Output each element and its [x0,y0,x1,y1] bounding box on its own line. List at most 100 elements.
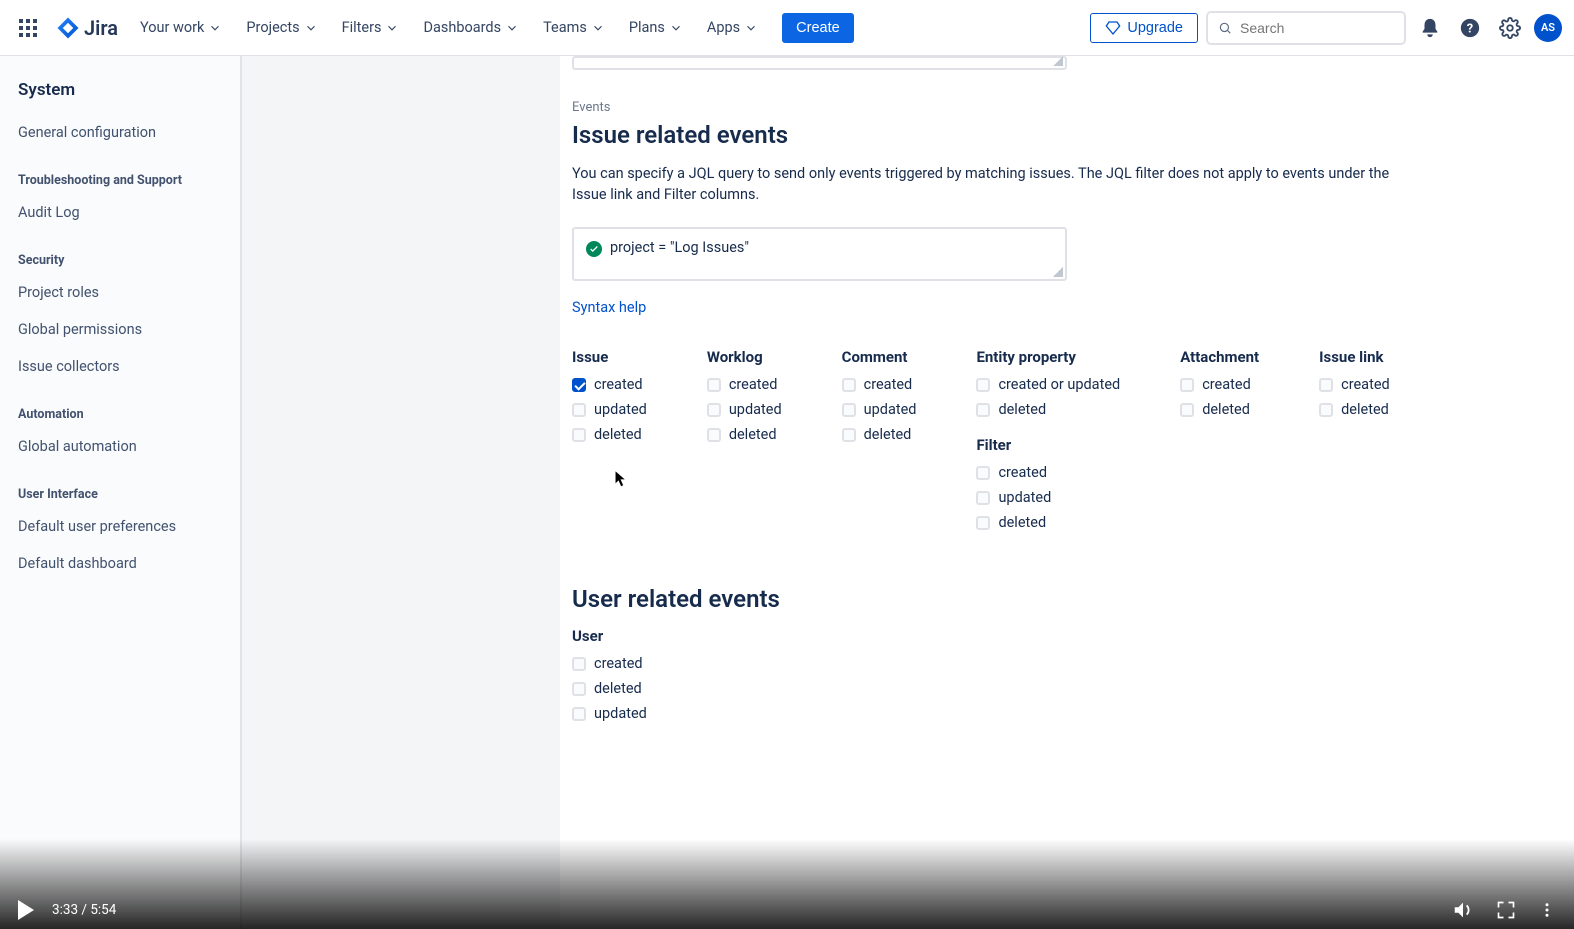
search-icon [1218,20,1232,36]
nav-filters[interactable]: Filters [332,15,410,40]
notifications-icon[interactable] [1414,12,1446,44]
checkbox-worklog-deleted[interactable] [707,428,721,442]
event-grid: Issue created updated deleted Worklog cr… [572,348,1550,535]
previous-textarea[interactable] [572,56,1067,70]
issue-deleted-row[interactable]: deleted [572,422,647,447]
attachment-deleted-row[interactable]: deleted [1180,397,1259,422]
checkbox-comment-created[interactable] [842,378,856,392]
app-switcher-icon[interactable] [12,12,44,44]
col-user: User created deleted updated [572,627,1550,726]
nav-apps[interactable]: Apps [697,15,768,40]
checkbox-attachment-deleted[interactable] [1180,403,1194,417]
checkbox-entity-deleted[interactable] [976,403,990,417]
jql-valid-icon [586,241,602,257]
checkbox-issuelink-deleted[interactable] [1319,403,1333,417]
col-comment-title: Comment [842,348,917,366]
issue-created-row[interactable]: created [572,372,647,397]
checkbox-issue-updated[interactable] [572,403,586,417]
worklog-updated-row[interactable]: updated [707,397,782,422]
issue-updated-row[interactable]: updated [572,397,647,422]
col-filter: Filter created updated deleted [976,436,1120,535]
comment-updated-row[interactable]: updated [842,397,917,422]
col-issuelink-title: Issue link [1319,348,1390,366]
col-entity-title: Entity property [976,348,1120,366]
entity-deleted-row[interactable]: deleted [976,397,1120,422]
col-comment: Comment created updated deleted [842,348,917,535]
main-content: Events Issue related events You can spec… [560,56,1574,929]
upgrade-button[interactable]: Upgrade [1090,13,1198,43]
checkbox-user-created[interactable] [572,657,586,671]
sidebar-item-global-automation[interactable]: Global automation [0,428,240,465]
checkbox-filter-created[interactable] [976,466,990,480]
chevron-down-icon [591,21,605,35]
checkbox-issue-deleted[interactable] [572,428,586,442]
sidebar-item-global-permissions[interactable]: Global permissions [0,311,240,348]
nav-dashboards[interactable]: Dashboards [413,15,529,40]
sidebar: System General configuration Troubleshoo… [0,56,240,929]
comment-deleted-row[interactable]: deleted [842,422,917,447]
col-attachment-title: Attachment [1180,348,1259,366]
nav-your-work[interactable]: Your work [130,15,232,40]
page-layout: System General configuration Troubleshoo… [0,56,1574,929]
checkbox-entity-created-updated[interactable] [976,378,990,392]
entity-created-updated-row[interactable]: created or updated [976,372,1120,397]
issuelink-deleted-row[interactable]: deleted [1319,397,1390,422]
sidebar-item-audit-log[interactable]: Audit Log [0,194,240,231]
checkbox-issuelink-created[interactable] [1319,378,1333,392]
syntax-help-link[interactable]: Syntax help [572,299,646,316]
checkbox-user-deleted[interactable] [572,682,586,696]
topnav-left: Jira Your work Projects Filters Dashboar… [12,12,854,44]
sidebar-item-default-dashboard[interactable]: Default dashboard [0,545,240,582]
worklog-created-row[interactable]: created [707,372,782,397]
sidebar-item-general-configuration[interactable]: General configuration [0,114,240,151]
checkbox-attachment-created[interactable] [1180,378,1194,392]
nav-teams[interactable]: Teams [533,15,615,40]
filter-deleted-row[interactable]: deleted [976,510,1120,535]
nav-projects[interactable]: Projects [236,15,327,40]
search-box[interactable] [1206,11,1406,45]
sidebar-item-issue-collectors[interactable]: Issue collectors [0,348,240,385]
chevron-down-icon [744,21,758,35]
jql-input[interactable]: project = "Log Issues" [572,227,1067,281]
issuelink-created-row[interactable]: created [1319,372,1390,397]
checkbox-user-updated[interactable] [572,707,586,721]
user-created-row[interactable]: created [572,651,1550,676]
filter-created-row[interactable]: created [976,460,1120,485]
create-button[interactable]: Create [782,13,854,43]
col-issue: Issue created updated deleted [572,348,647,535]
attachment-created-row[interactable]: created [1180,372,1259,397]
chevron-down-icon [385,21,399,35]
events-label: Events [572,100,1550,115]
sidebar-group-security: Security [0,231,240,274]
col-issuelink: Issue link created deleted [1319,348,1390,535]
col-filter-title: Filter [976,436,1120,454]
settings-icon[interactable] [1494,12,1526,44]
checkbox-worklog-updated[interactable] [707,403,721,417]
checkbox-filter-deleted[interactable] [976,516,990,530]
checkbox-comment-deleted[interactable] [842,428,856,442]
sidebar-group-troubleshooting: Troubleshooting and Support [0,151,240,194]
jira-logo[interactable]: Jira [48,16,126,40]
checkbox-comment-updated[interactable] [842,403,856,417]
checkbox-worklog-created[interactable] [707,378,721,392]
filter-updated-row[interactable]: updated [976,485,1120,510]
avatar[interactable]: AS [1534,14,1562,42]
col-worklog: Worklog created updated deleted [707,348,782,535]
checkbox-issue-created[interactable] [572,378,586,392]
topnav-right: Upgrade ? AS [1090,11,1562,45]
help-icon[interactable]: ? [1454,12,1486,44]
sidebar-item-default-user-preferences[interactable]: Default user preferences [0,508,240,545]
jql-value: project = "Log Issues" [610,239,749,256]
worklog-deleted-row[interactable]: deleted [707,422,782,447]
sidebar-heading: System [0,72,240,114]
col-issue-title: Issue [572,348,647,366]
search-input[interactable] [1240,20,1394,36]
comment-created-row[interactable]: created [842,372,917,397]
user-updated-row[interactable]: updated [572,701,1550,726]
user-deleted-row[interactable]: deleted [572,676,1550,701]
nav-plans[interactable]: Plans [619,15,693,40]
checkbox-filter-updated[interactable] [976,491,990,505]
sidebar-item-project-roles[interactable]: Project roles [0,274,240,311]
logo-text: Jira [84,16,118,40]
svg-text:?: ? [1467,21,1473,36]
